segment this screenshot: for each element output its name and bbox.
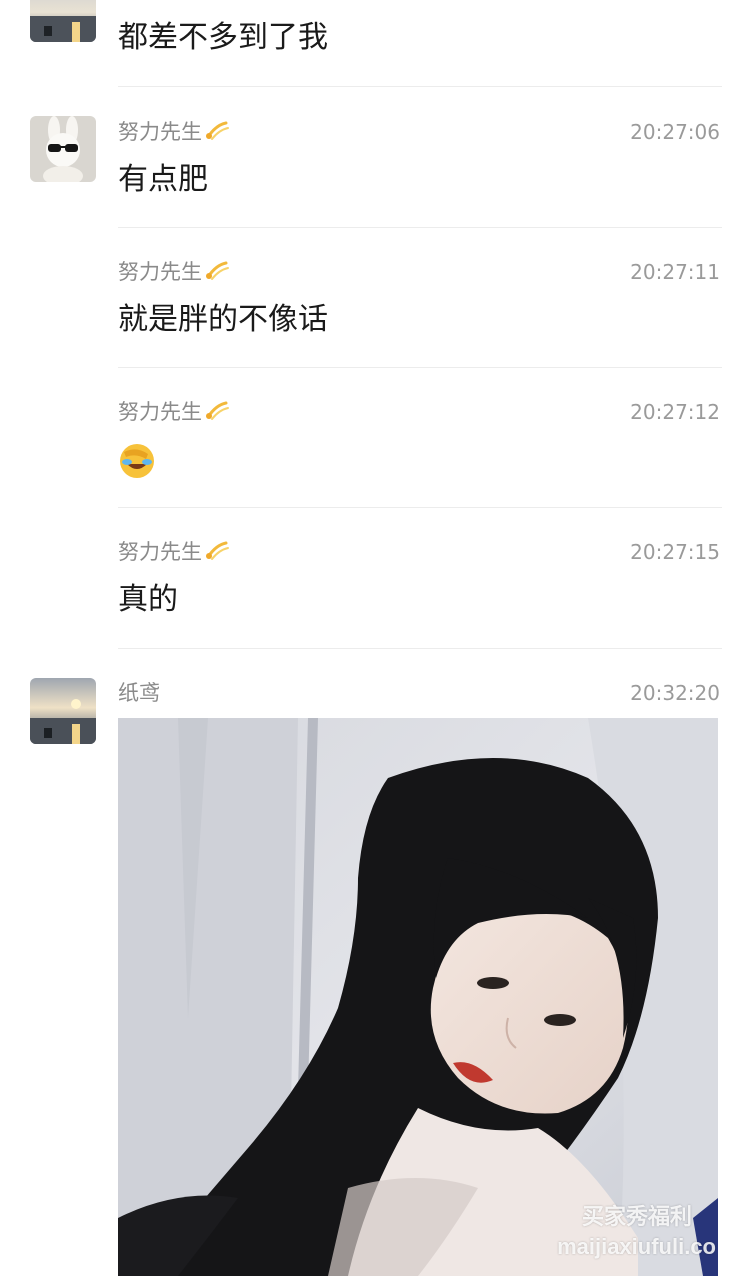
sender-name[interactable]: 努力先生 (118, 258, 230, 286)
message-time: 20:27:12 (630, 400, 720, 424)
message-time: 20:27:15 (630, 540, 720, 564)
message-time: 20:32:20 (630, 681, 720, 705)
message-time: 20:27:06 (630, 120, 720, 144)
chat-history: 都差不多到了我 努力先生 20:27:06 有点肥 努力先生 20:27:11 … (0, 0, 750, 1276)
chat-message[interactable]: 努力先生 20:27:12 (0, 368, 750, 508)
dizzy-comet-icon (204, 399, 230, 421)
chat-message[interactable]: 努力先生 20:27:06 有点肥 (0, 88, 750, 228)
dizzy-comet-icon (204, 119, 230, 141)
sender-name[interactable]: 纸鸢 (118, 679, 160, 707)
sender-name[interactable]: 努力先生 (118, 538, 230, 566)
message-text[interactable]: 真的 (118, 580, 178, 620)
dizzy-comet-icon (204, 539, 230, 561)
sender-name[interactable]: 努力先生 (118, 398, 230, 426)
sender-name-label: 努力先生 (118, 400, 202, 424)
sender-name[interactable]: 努力先生 (118, 118, 230, 146)
facepalm-laughing-emoji-icon[interactable] (118, 442, 156, 480)
avatar-sunset[interactable] (30, 0, 96, 42)
chat-message[interactable]: 努力先生 20:27:11 就是胖的不像话 (0, 228, 750, 368)
avatar-bunny[interactable] (30, 116, 96, 182)
dizzy-comet-icon (204, 259, 230, 281)
message-text[interactable]: 就是胖的不像话 (118, 300, 328, 340)
message-photo[interactable]: 买家秀福利 maijiaxiufuli.co (118, 718, 718, 1276)
sender-name-label: 努力先生 (118, 260, 202, 284)
chat-message[interactable]: 都差不多到了我 (0, 0, 750, 88)
watermark: 买家秀福利 maijiaxiufuli.co (557, 1202, 716, 1262)
sender-name-label: 纸鸢 (118, 681, 160, 705)
message-time: 20:27:11 (630, 260, 720, 284)
sender-name-label: 努力先生 (118, 120, 202, 144)
message-text[interactable]: 有点肥 (118, 160, 208, 200)
watermark-line-1: 买家秀福利 (581, 1204, 692, 1229)
message-text[interactable]: 都差不多到了我 (118, 18, 328, 58)
divider (118, 86, 722, 87)
watermark-line-2: maijiaxiufuli.co (557, 1234, 716, 1259)
avatar-sunset[interactable] (30, 678, 96, 744)
sender-name-label: 努力先生 (118, 540, 202, 564)
chat-message[interactable]: 努力先生 20:27:15 真的 (0, 508, 750, 649)
